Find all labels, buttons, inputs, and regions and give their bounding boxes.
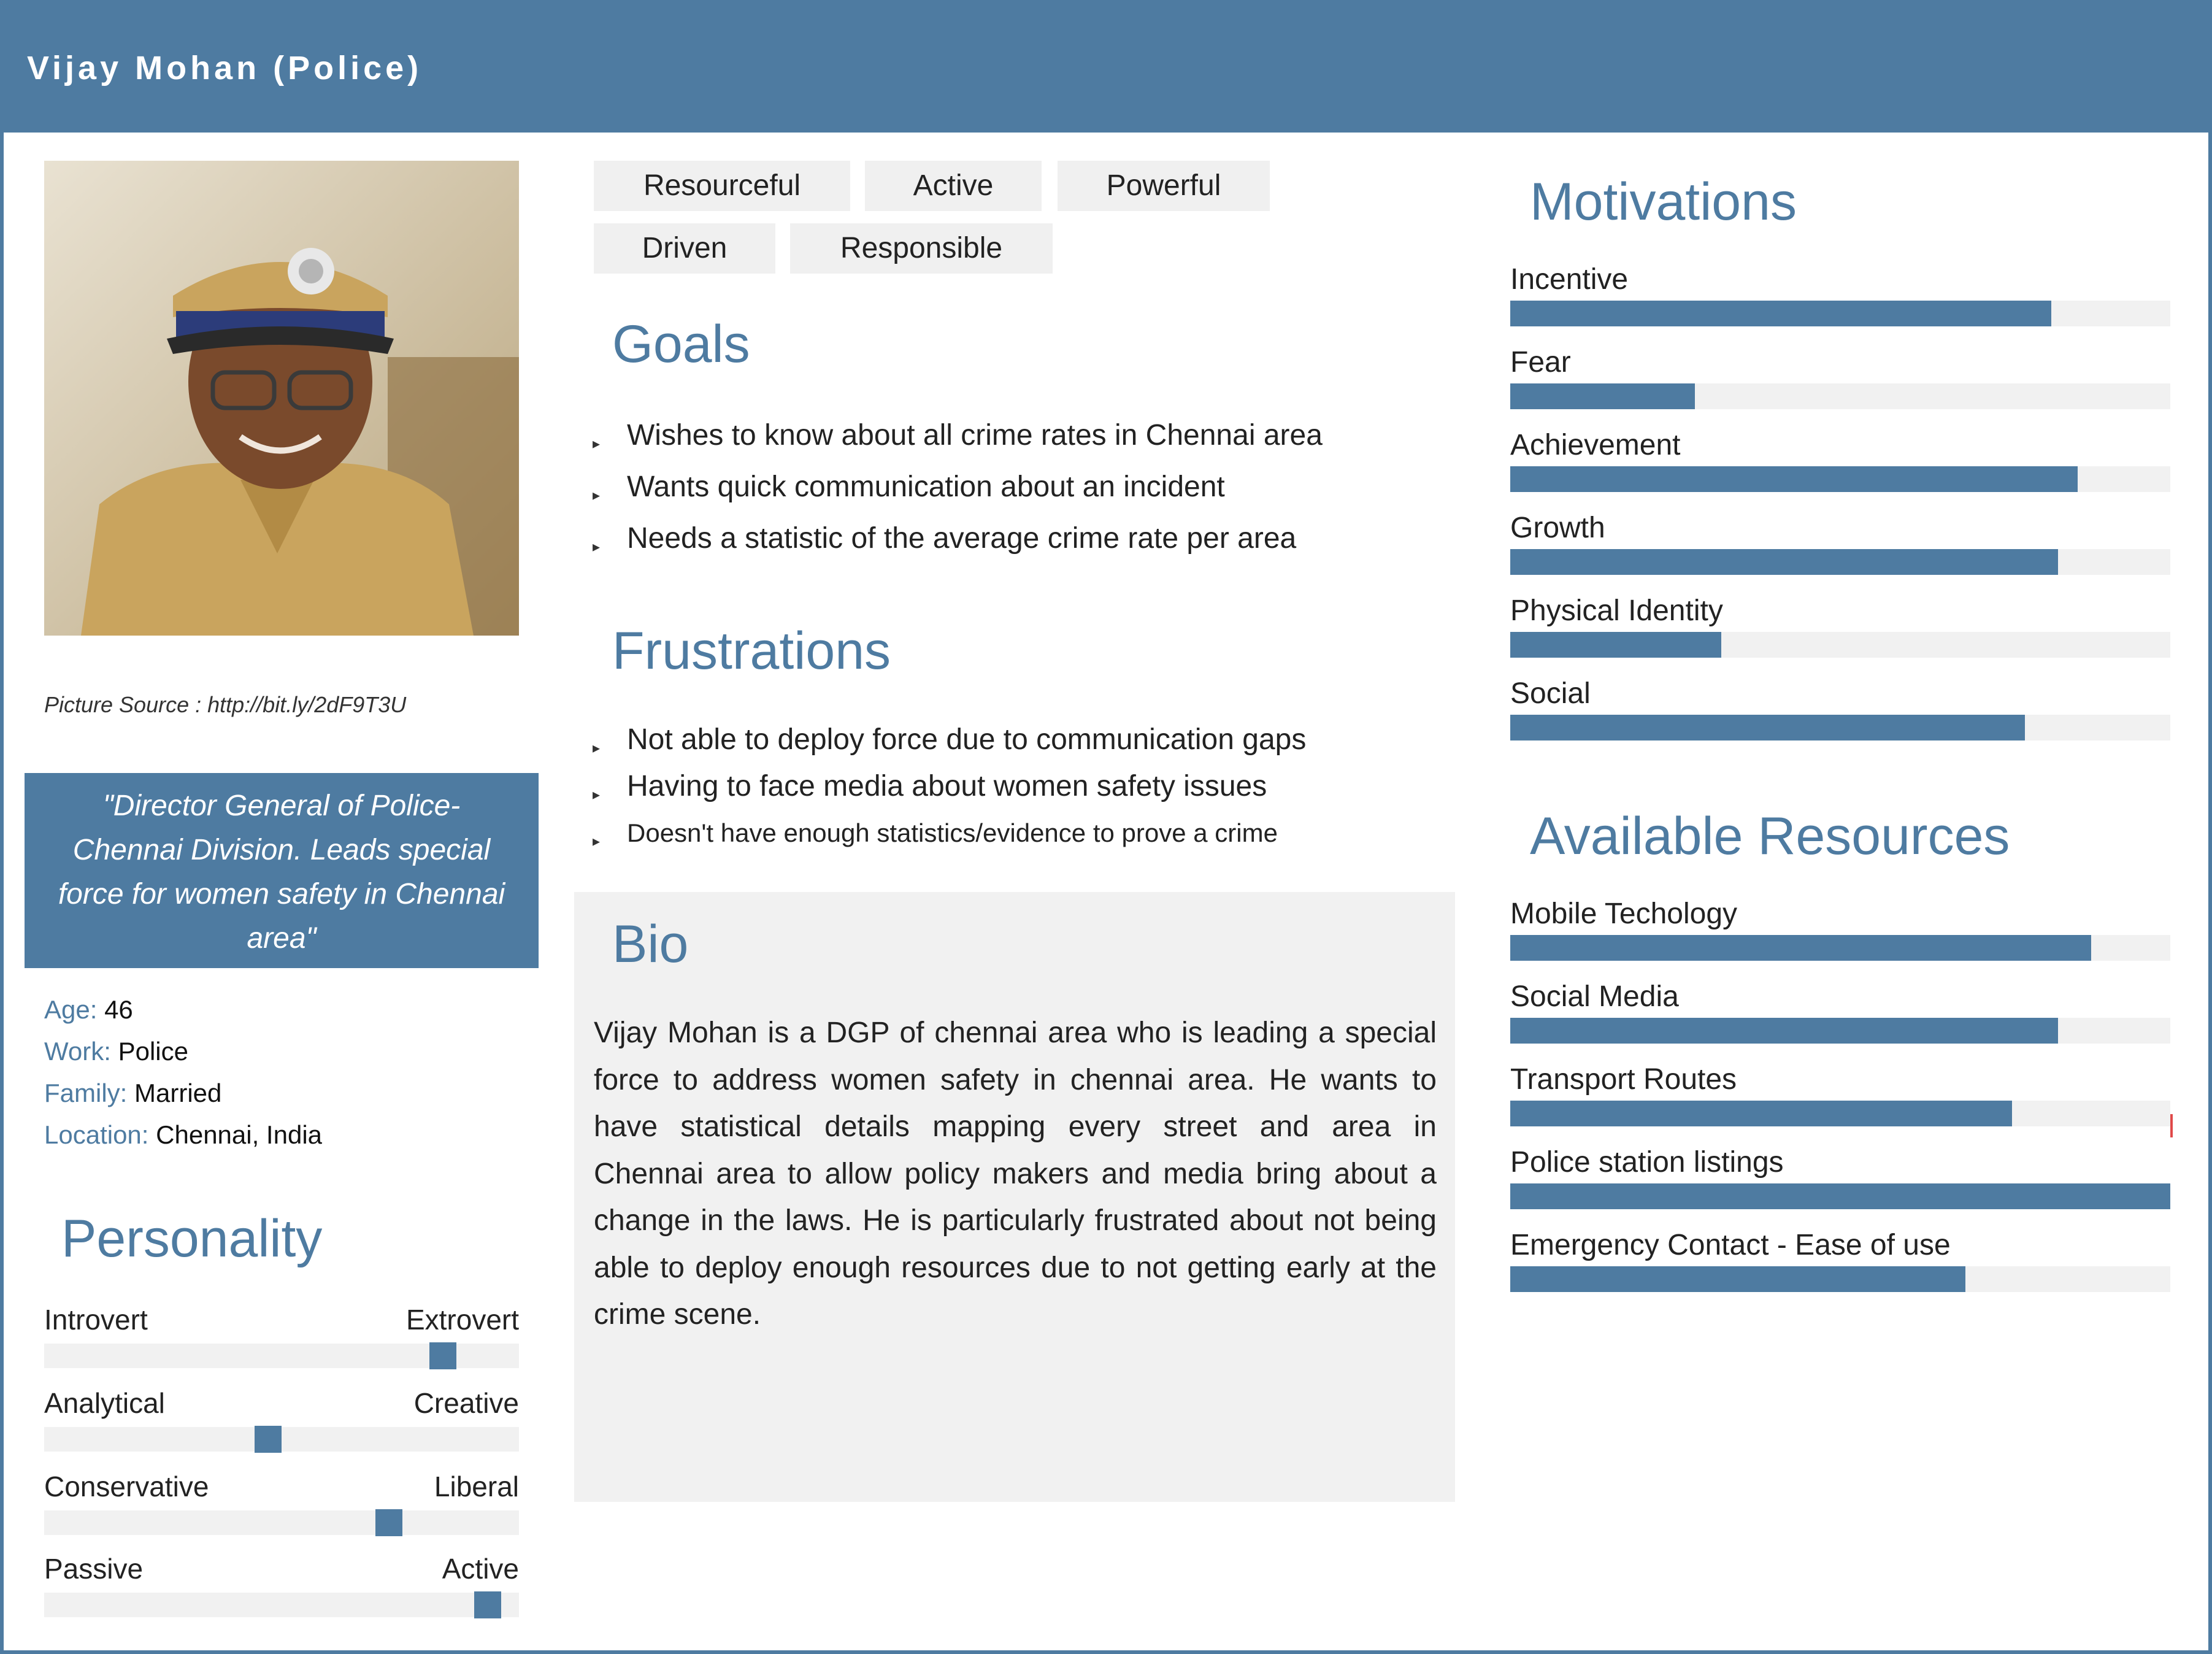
frustration-item: Having to face media about women safety … [593, 768, 1306, 815]
detail-family: Family: Married [44, 1072, 322, 1114]
meter-track [1510, 632, 2170, 658]
meter-fill [1510, 1266, 1966, 1292]
motivation-label: Fear [1510, 346, 1571, 379]
trait-knob [255, 1426, 282, 1453]
trait-knob [429, 1342, 456, 1369]
resources-title: Available Resources [1530, 807, 2010, 866]
goal-item: Wishes to know about all crime rates in … [593, 417, 1323, 469]
frustrations-title: Frustrations [612, 621, 891, 680]
trait-knob [375, 1509, 402, 1536]
motivation-label: Achievement [1510, 429, 1681, 461]
trait-track [44, 1593, 519, 1617]
trait-knob [474, 1591, 501, 1618]
meter-track [1510, 549, 2170, 575]
resource-label: Police station listings [1510, 1146, 1784, 1179]
trait-right-label: Liberal [434, 1471, 519, 1502]
detail-work: Work: Police [44, 1031, 322, 1072]
detail-location: Location: Chennai, India [44, 1114, 322, 1156]
picture-source: Picture Source : http://bit.ly/2dF9T3U [44, 692, 407, 717]
detail-label: Family: [44, 1079, 128, 1107]
goals-list: Wishes to know about all crime rates in … [593, 417, 1323, 572]
goals-title: Goals [612, 315, 750, 374]
trait-left-label: Introvert [44, 1304, 148, 1336]
detail-value: Chennai, India [156, 1120, 323, 1149]
persona-name: Vijay Mohan (Police) [27, 50, 423, 87]
resource-label: Transport Routes [1510, 1063, 1737, 1096]
meter-track [1510, 935, 2170, 961]
meter-fill [1510, 715, 2026, 740]
trait-right-label: Extrovert [405, 1304, 519, 1336]
meter-fill [1510, 301, 2052, 326]
motivation-label: Incentive [1510, 263, 1629, 296]
frustration-item: Doesn't have enough statistics/evidence … [593, 815, 1306, 861]
meter-fill [1510, 383, 1695, 409]
meter-track [1510, 1018, 2170, 1044]
meter-track [1510, 1183, 2170, 1209]
detail-label: Age: [44, 995, 98, 1024]
detail-label: Work: [44, 1037, 111, 1066]
frustrations-list: Not able to deploy force due to communic… [593, 721, 1306, 861]
motivation-label: Physical Identity [1510, 594, 1723, 627]
resource-label: Emergency Contact - Ease of use [1510, 1229, 1951, 1261]
personality-title: Personality [61, 1209, 323, 1268]
detail-age: Age: 46 [44, 989, 322, 1031]
resource-label: Mobile Techology [1510, 898, 1738, 930]
persona-photo [44, 161, 519, 636]
detail-label: Location: [44, 1120, 149, 1149]
meter-track [1510, 383, 2170, 409]
motivation-label: Social [1510, 677, 1591, 710]
bio-title: Bio [612, 915, 689, 974]
meter-fill [1510, 466, 2078, 492]
meter-fill [1510, 1018, 2059, 1044]
detail-value: Police [118, 1037, 188, 1066]
meter-fill [1510, 632, 1722, 658]
bio-text: Vijay Mohan is a DGP of chennai area who… [594, 1017, 1437, 1331]
trait-tag: Resourceful [594, 161, 850, 211]
trait-track [44, 1510, 519, 1535]
meter-track [1510, 301, 2170, 326]
meter-track [1510, 715, 2170, 740]
frustration-item: Not able to deploy force due to communic… [593, 721, 1306, 768]
motivation-label: Growth [1510, 512, 1605, 544]
persona-details: Age: 46 Work: Police Family: Married Loc… [44, 989, 322, 1156]
meter-fill [1510, 1183, 2170, 1209]
trait-right-label: Creative [413, 1387, 519, 1419]
trait-left-label: Analytical [44, 1387, 165, 1419]
meter-fill [1510, 1101, 2012, 1126]
meter-track [1510, 1266, 2170, 1292]
goal-item: Needs a statistic of the average crime r… [593, 520, 1323, 572]
trait-track [44, 1427, 519, 1452]
meter-track [1510, 466, 2170, 492]
trait-right-label: Active [442, 1553, 519, 1585]
trait-tag: Responsible [790, 223, 1053, 274]
trait-left-label: Passive [44, 1553, 144, 1585]
meter-fill [1510, 549, 2059, 575]
trait-tag: Active [865, 161, 1042, 211]
trait-tag: Powerful [1058, 161, 1270, 211]
trait-left-label: Conservative [44, 1471, 209, 1502]
meter-fill [1510, 935, 2091, 961]
goal-item: Wants quick communication about an incid… [593, 469, 1323, 520]
track-marker [2170, 1114, 2173, 1137]
persona-quote: "Director General of Police-Chennai Divi… [25, 773, 539, 968]
trait-tag: Driven [594, 223, 775, 274]
meter-track [1510, 1101, 2170, 1126]
header-bar: Vijay Mohan (Police) [0, 0, 2212, 133]
detail-value: 46 [104, 995, 133, 1024]
resource-label: Social Media [1510, 980, 1679, 1013]
motivations-title: Motivations [1530, 172, 1797, 231]
detail-value: Married [134, 1079, 222, 1107]
